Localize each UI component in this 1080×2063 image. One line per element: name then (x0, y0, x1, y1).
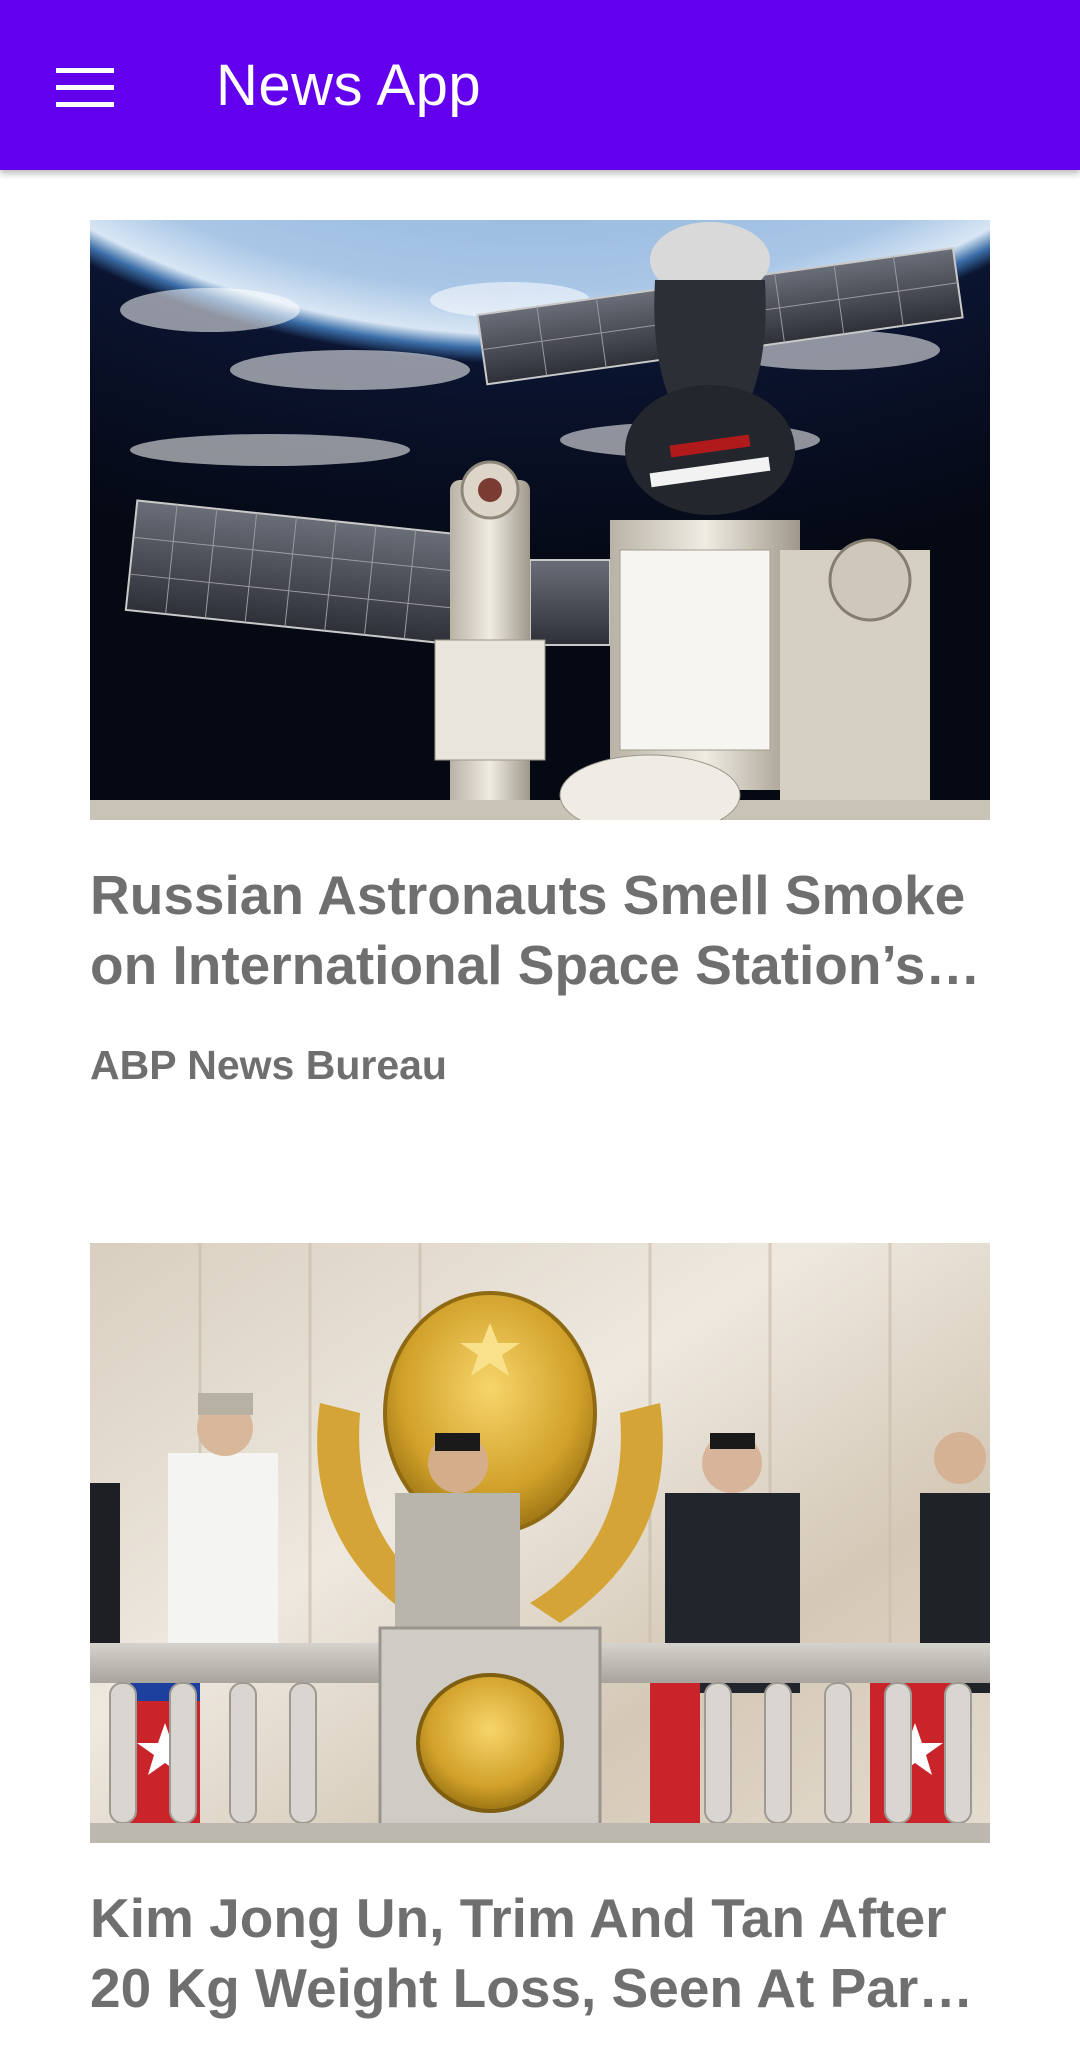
article-image[interactable] (90, 1243, 990, 1843)
article-card[interactable]: Russian Astronauts Smell Smoke on Intern… (90, 220, 990, 1089)
app-bar: News App (0, 0, 1080, 170)
app-title: News App (216, 53, 482, 118)
hamburger-menu-icon (56, 67, 114, 107)
article-image[interactable] (90, 220, 990, 820)
article-card[interactable]: Kim Jong Un, Trim And Tan After 20 Kg We… (90, 1243, 990, 2023)
article-source: ABP News Bureau (90, 1042, 447, 1088)
article-headline[interactable]: Russian Astronauts Smell Smoke on Intern… (90, 860, 990, 1000)
menu-button[interactable] (40, 50, 130, 125)
article-headline[interactable]: Kim Jong Un, Trim And Tan After 20 Kg We… (90, 1883, 990, 2023)
